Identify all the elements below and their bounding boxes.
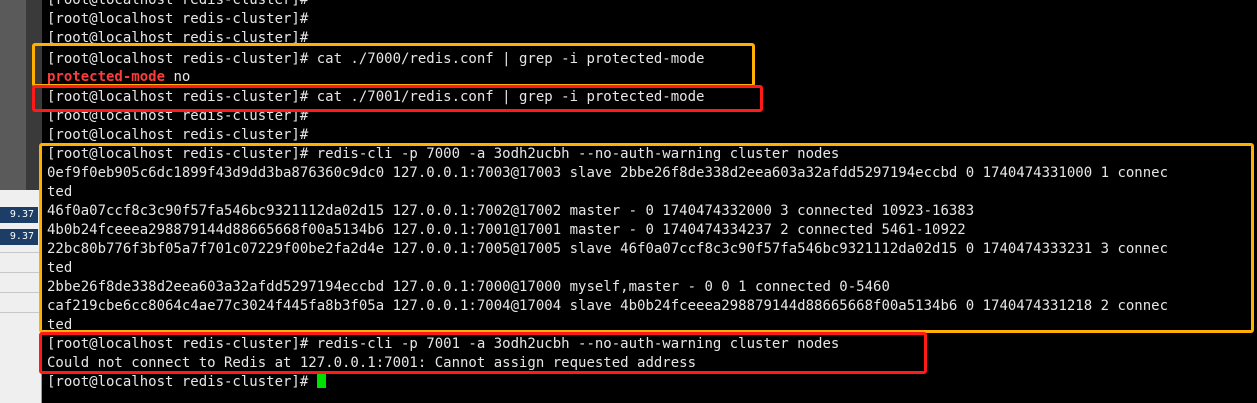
highlight-box-7000-grep — [32, 43, 755, 87]
terminal-prompt-line[interactable]: [root@localhost redis-cluster]# — [47, 373, 326, 392]
side-value-1: 9.37 — [0, 207, 38, 223]
prompt-text: [root@localhost redis-cluster]# — [47, 374, 309, 390]
side-value-2: 9.37 — [0, 229, 38, 245]
text-cursor — [316, 373, 326, 388]
terminal-line: [root@localhost redis-cluster]# — [47, 11, 309, 27]
highlight-box-7001-grep — [32, 85, 763, 112]
terminal-window[interactable]: [root@localhost redis-cluster]# [root@lo… — [32, 0, 1257, 403]
terminal-line: [root@localhost redis-cluster]# — [47, 0, 309, 8]
highlight-box-connect-error — [39, 332, 927, 374]
highlight-box-cluster-nodes — [39, 143, 1254, 333]
